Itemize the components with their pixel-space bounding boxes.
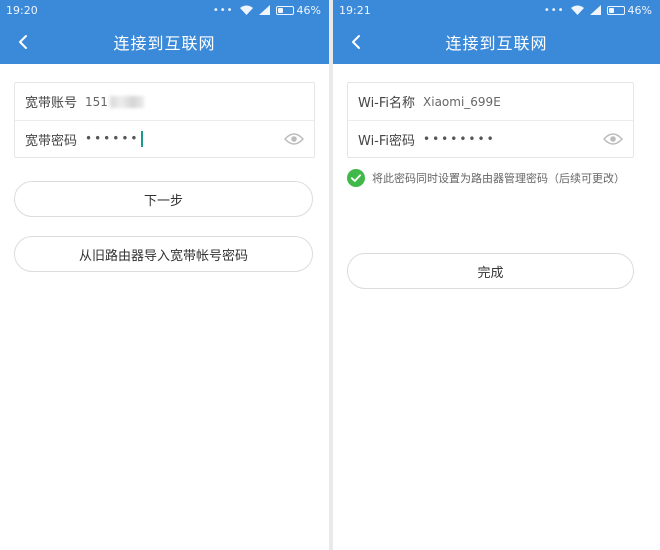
page-title: 连接到互联网 [445, 34, 548, 53]
status-time: 19:20 [6, 3, 38, 17]
app-bar: 19:20 ••• 46% 连接到互联网 [0, 0, 329, 64]
import-from-old-router-button[interactable]: 从旧路由器导入宽带帐号密码 [14, 236, 313, 272]
app-bar: 19:21 ••• 46% 连接到互联网 [333, 0, 660, 64]
sync-admin-password-option[interactable]: 将此密码同时设置为路由器管理密码（后续可更改） [347, 169, 625, 187]
broadband-password-field[interactable]: 宽带密码 •••••• [15, 120, 314, 157]
battery-indicator: 46% [606, 3, 652, 17]
field-label: Wi-Fi密码 [358, 133, 416, 149]
wifi-setup-screen: 19:21 ••• 46% 连接到互联网 Wi-Fi名称 Xiaomi_699E… [333, 0, 660, 550]
broadband-password-input[interactable]: •••••• [85, 131, 144, 147]
back-arrow-icon[interactable] [14, 32, 34, 52]
broadband-account-input[interactable]: 151 [85, 95, 144, 109]
status-time: 19:21 [339, 3, 371, 17]
field-label: 宽带账号 [25, 96, 78, 111]
more-dots-icon: ••• [543, 4, 565, 16]
wifi-name-field[interactable]: Wi-Fi名称 Xiaomi_699E [348, 83, 633, 120]
field-label: 宽带密码 [25, 133, 78, 149]
text-caret [141, 131, 144, 147]
eye-icon[interactable] [284, 132, 304, 146]
broadband-account-field[interactable]: 宽带账号 151 [15, 83, 314, 120]
redacted-blur [109, 96, 144, 108]
eye-icon[interactable] [603, 132, 623, 146]
status-bar: 19:21 ••• 46% [333, 0, 660, 20]
wifi-icon [239, 5, 253, 15]
broadband-credentials-form: 宽带账号 151 宽带密码 •••••• [14, 82, 315, 158]
signal-icon [258, 5, 270, 15]
sync-admin-password-label: 将此密码同时设置为路由器管理密码（后续可更改） [372, 172, 625, 185]
more-dots-icon: ••• [212, 4, 234, 16]
broadband-login-screen: 19:20 ••• 46% 连接到互联网 宽带账号 151 宽带密码 •••••… [0, 0, 329, 550]
battery-percent: 46% [627, 3, 652, 17]
wifi-name-input[interactable]: Xiaomi_699E [423, 95, 501, 109]
done-button[interactable]: 完成 [347, 253, 634, 289]
battery-percent: 46% [296, 3, 321, 17]
battery-indicator: 46% [275, 3, 321, 17]
page-title: 连接到互联网 [113, 34, 216, 53]
back-arrow-icon[interactable] [347, 32, 367, 52]
battery-icon [275, 5, 294, 15]
wifi-password-field[interactable]: Wi-Fi密码 •••••••• [348, 120, 633, 157]
battery-icon [606, 5, 625, 15]
checkmark-circle-icon[interactable] [347, 169, 365, 187]
status-bar: 19:20 ••• 46% [0, 0, 329, 20]
wifi-icon [570, 5, 584, 15]
wifi-password-input[interactable]: •••••••• [423, 132, 496, 146]
wifi-settings-form: Wi-Fi名称 Xiaomi_699E Wi-Fi密码 •••••••• [347, 82, 634, 158]
field-label: Wi-Fi名称 [358, 96, 416, 111]
signal-icon [589, 5, 601, 15]
next-step-button[interactable]: 下一步 [14, 181, 313, 217]
